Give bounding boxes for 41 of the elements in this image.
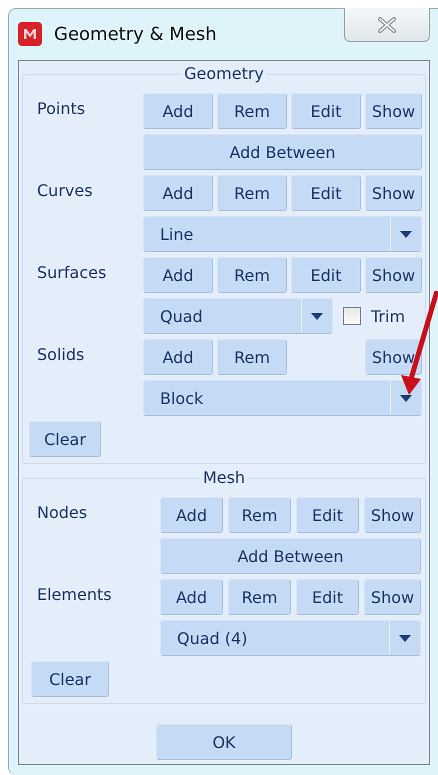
- action-button[interactable]: Add: [143, 93, 213, 129]
- action-button[interactable]: Rem: [228, 579, 291, 615]
- action-button[interactable]: Add: [143, 339, 213, 375]
- dropdown[interactable]: Block: [143, 380, 422, 416]
- row-label: Elements: [36, 584, 113, 604]
- clear-button[interactable]: Clear: [29, 421, 101, 457]
- action-button[interactable]: Show: [365, 257, 422, 293]
- group-title: Geometry: [181, 64, 267, 83]
- clear-button[interactable]: Clear: [31, 661, 109, 697]
- action-button[interactable]: Show: [365, 93, 422, 129]
- row-label: Solids: [36, 344, 86, 364]
- add-between-button[interactable]: Add Between: [143, 134, 422, 170]
- row-label: Curves: [36, 180, 94, 200]
- action-button[interactable]: Show: [364, 497, 421, 533]
- checkbox-label: Trim: [371, 306, 406, 326]
- action-button[interactable]: Rem: [217, 175, 287, 211]
- action-button[interactable]: Add: [143, 257, 213, 293]
- dropdown[interactable]: Quad: [143, 298, 333, 334]
- ok-button[interactable]: OK: [156, 724, 292, 760]
- window-title: Geometry & Mesh: [54, 24, 217, 44]
- action-button[interactable]: Edit: [291, 93, 361, 129]
- row-label: Surfaces: [36, 262, 108, 282]
- action-button[interactable]: Show: [364, 579, 421, 615]
- action-button[interactable]: Show: [365, 175, 422, 211]
- action-button[interactable]: Add: [160, 497, 223, 533]
- action-button[interactable]: Rem: [217, 339, 287, 375]
- action-button[interactable]: Edit: [296, 497, 359, 533]
- row-label: Points: [36, 98, 86, 118]
- action-button[interactable]: Rem: [217, 257, 287, 293]
- row-label: Nodes: [36, 502, 88, 522]
- add-between-button[interactable]: Add Between: [160, 538, 421, 574]
- action-button[interactable]: Show: [365, 339, 422, 375]
- action-button[interactable]: Edit: [291, 257, 361, 293]
- action-button[interactable]: Rem: [217, 93, 287, 129]
- action-button[interactable]: Add: [160, 579, 223, 615]
- action-button[interactable]: Rem: [228, 497, 291, 533]
- dropdown[interactable]: Quad (4): [160, 620, 421, 656]
- action-button[interactable]: Edit: [296, 579, 359, 615]
- action-button[interactable]: Add: [143, 175, 213, 211]
- action-button[interactable]: Edit: [291, 175, 361, 211]
- dropdown[interactable]: Line: [143, 216, 422, 252]
